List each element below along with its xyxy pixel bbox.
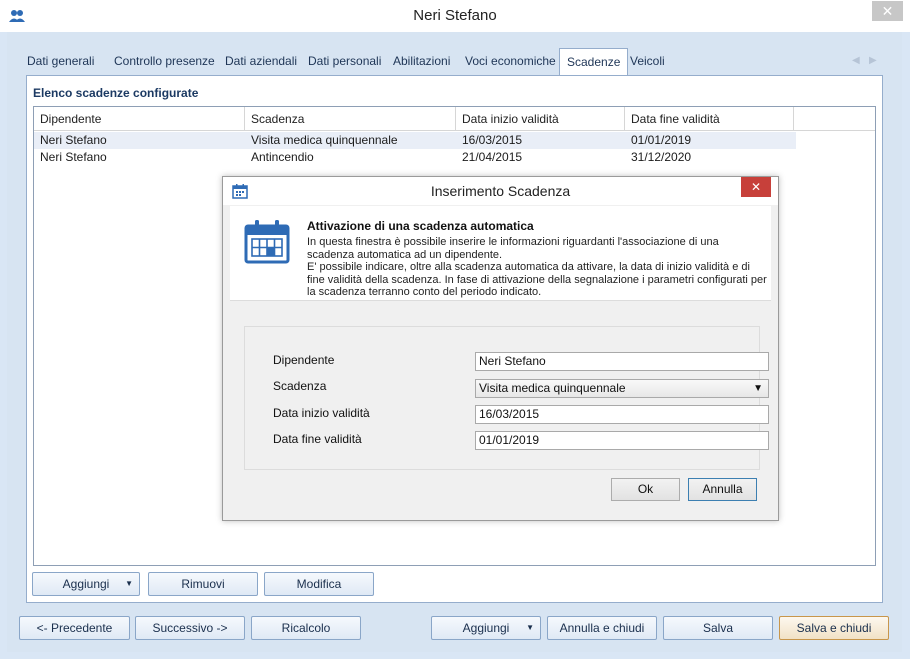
- dialog-description: In questa finestra è possibile inserire …: [307, 236, 767, 299]
- column-header-data-inizio[interactable]: Data inizio validità: [456, 107, 625, 131]
- cell-data-inizio: 21/04/2015: [462, 150, 523, 164]
- tab-scadenze[interactable]: Scadenze: [559, 48, 629, 76]
- ok-button[interactable]: Ok: [611, 478, 680, 501]
- recalc-button[interactable]: Ricalcolo: [251, 616, 361, 640]
- window-close-button[interactable]: ✕: [872, 1, 903, 21]
- column-header-data-fine[interactable]: Data fine validità: [625, 107, 794, 131]
- column-header-dipendente[interactable]: Dipendente: [34, 107, 245, 131]
- cell-data-fine: 01/01/2019: [631, 133, 692, 147]
- cell-dipendente: Neri Stefano: [40, 133, 107, 147]
- table-row[interactable]: Neri Stefano Visita medica quinquennale …: [34, 132, 796, 149]
- dropdown-caret-icon: ▼: [526, 623, 534, 632]
- tab-dati-generali[interactable]: Dati generali: [20, 48, 101, 74]
- save-button[interactable]: Salva: [663, 616, 773, 640]
- tab-abilitazioni[interactable]: Abilitazioni: [386, 48, 457, 74]
- dialog-close-button[interactable]: ✕: [741, 177, 771, 197]
- deadline-select-value: Visita medica quinquennale: [479, 381, 626, 395]
- tab-scroll-left-icon[interactable]: ◀: [852, 55, 860, 66]
- tab-dati-personali[interactable]: Dati personali: [301, 48, 388, 74]
- window-titlebar: Neri Stefano ✕: [0, 0, 910, 32]
- cell-data-inizio: 16/03/2015: [462, 133, 523, 147]
- start-date-label: Data inizio validità: [273, 406, 370, 420]
- previous-button[interactable]: <- Precedente: [19, 616, 130, 640]
- cell-dipendente: Neri Stefano: [40, 150, 107, 164]
- end-date-label: Data fine validità: [273, 432, 362, 446]
- add-deadline-button[interactable]: Aggiungi ▼: [32, 572, 140, 596]
- tab-scroll-right-icon[interactable]: ▶: [869, 55, 877, 66]
- tab-dati-aziendali[interactable]: Dati aziendali: [218, 48, 304, 74]
- deadline-label: Scadenza: [273, 379, 327, 393]
- window-title: Neri Stefano: [413, 7, 497, 24]
- footer-add-button[interactable]: Aggiungi ▼: [431, 616, 541, 640]
- deadline-select[interactable]: Visita medica quinquennale ▼: [475, 379, 769, 398]
- dialog-cancel-button[interactable]: Annulla: [688, 478, 757, 501]
- cell-scadenza: Antincendio: [251, 150, 314, 164]
- dialog-description-line-1: In questa finestra è possibile inserire …: [307, 236, 719, 261]
- dialog-titlebar: Inserimento Scadenza ✕: [223, 177, 778, 205]
- employee-label: Dipendente: [273, 353, 335, 367]
- tab-voci-economiche[interactable]: Voci economiche: [458, 48, 563, 74]
- column-header-scadenza[interactable]: Scadenza: [245, 107, 456, 131]
- employee-field[interactable]: Neri Stefano: [475, 352, 769, 371]
- dialog-title: Inserimento Scadenza: [430, 183, 571, 199]
- start-date-field[interactable]: 16/03/2015: [475, 405, 769, 424]
- tab-veicoli[interactable]: Veicoli: [623, 48, 672, 74]
- dropdown-caret-icon: ▼: [125, 579, 133, 588]
- next-button[interactable]: Successivo ->: [135, 616, 245, 640]
- end-date-field[interactable]: 01/01/2019: [475, 431, 769, 450]
- insert-deadline-dialog: Inserimento Scadenza ✕ Attivazione di un…: [222, 176, 779, 521]
- cancel-close-button[interactable]: Annulla e chiudi: [547, 616, 657, 640]
- dialog-description-line-2: E' possibile indicare, oltre alla scaden…: [307, 261, 767, 298]
- dialog-heading: Attivazione di una scadenza automatica: [307, 219, 534, 233]
- dialog-form: Dipendente Neri Stefano Scadenza Visita …: [244, 326, 769, 470]
- tab-controllo-presenze[interactable]: Controllo presenze: [107, 48, 222, 74]
- footer-add-label: Aggiungi: [462, 621, 510, 635]
- chevron-down-icon: ▼: [753, 383, 763, 394]
- remove-deadline-button[interactable]: Rimuovi: [148, 572, 258, 596]
- cell-scadenza: Visita medica quinquennale: [251, 133, 398, 147]
- grid-header: Dipendente Scadenza Data inizio validità…: [34, 107, 875, 131]
- table-row[interactable]: Neri Stefano Antincendio 21/04/2015 31/1…: [34, 149, 796, 166]
- add-deadline-label: Aggiungi: [62, 577, 110, 591]
- edit-deadline-button[interactable]: Modifica: [264, 572, 374, 596]
- calendar-large-icon: [244, 220, 290, 264]
- panel-title: Elenco scadenze configurate: [33, 86, 199, 100]
- cell-data-fine: 31/12/2020: [631, 150, 692, 164]
- save-close-button[interactable]: Salva e chiudi: [779, 616, 889, 640]
- dialog-info-header: Attivazione di una scadenza automatica I…: [230, 206, 771, 301]
